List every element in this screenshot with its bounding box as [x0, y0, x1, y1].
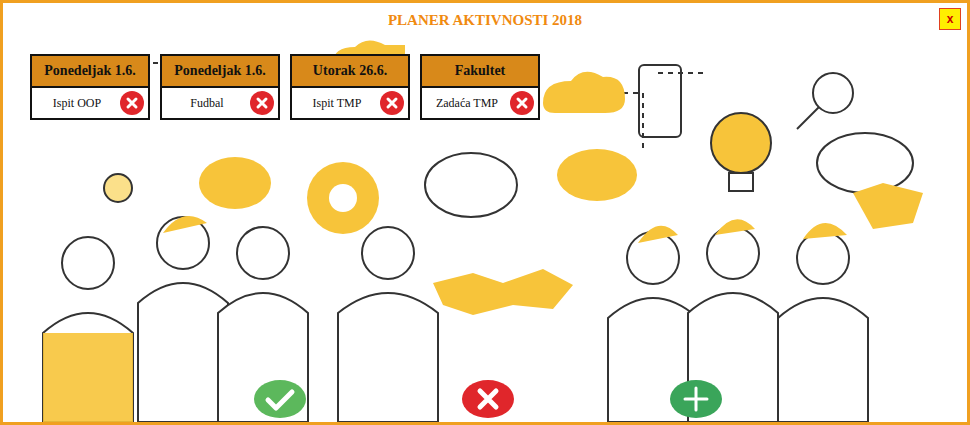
activity-day: Ponedeljak 1.6.	[32, 56, 148, 88]
activity-body: Zadaća TMP	[422, 88, 538, 118]
activity-name: Fudbal	[168, 96, 246, 111]
activity-card: Ponedeljak 1.6. Ispit OOP	[30, 54, 150, 120]
delete-icon[interactable]	[380, 91, 404, 115]
add-button-icon[interactable]	[669, 379, 723, 419]
window-title: PLANER AKTIVNOSTI 2018	[388, 12, 582, 29]
confirm-button-icon[interactable]	[253, 379, 307, 419]
action-bar	[3, 379, 967, 422]
activity-name: Ispit TMP	[298, 96, 376, 111]
activity-card: Utorak 26.6. Ispit TMP	[290, 54, 410, 120]
delete-icon[interactable]	[250, 91, 274, 115]
activity-list: Ponedeljak 1.6. Ispit OOP Ponedeljak 1.6. F…	[3, 54, 967, 120]
activity-body: Ispit OOP	[32, 88, 148, 118]
activity-day: Utorak 26.6.	[292, 56, 408, 88]
title-bar: PLANER AKTIVNOSTI 2018 x	[3, 3, 967, 35]
activity-body: Ispit TMP	[292, 88, 408, 118]
planner-window: PLANER AKTIVNOSTI 2018 x Ponedeljak 1.6.…	[0, 0, 970, 425]
activity-day: Ponedeljak 1.6.	[162, 56, 278, 88]
activity-name: Zadaća TMP	[428, 96, 506, 111]
cancel-button-icon[interactable]	[461, 379, 515, 419]
close-button[interactable]: x	[939, 8, 961, 30]
delete-icon[interactable]	[120, 91, 144, 115]
activity-card: Ponedeljak 1.6. Fudbal	[160, 54, 280, 120]
activity-body: Fudbal	[162, 88, 278, 118]
activity-name: Ispit OOP	[38, 96, 116, 111]
activity-day: Fakultet	[422, 56, 538, 88]
delete-icon[interactable]	[510, 91, 534, 115]
activity-card: Fakultet Zadaća TMP	[420, 54, 540, 120]
